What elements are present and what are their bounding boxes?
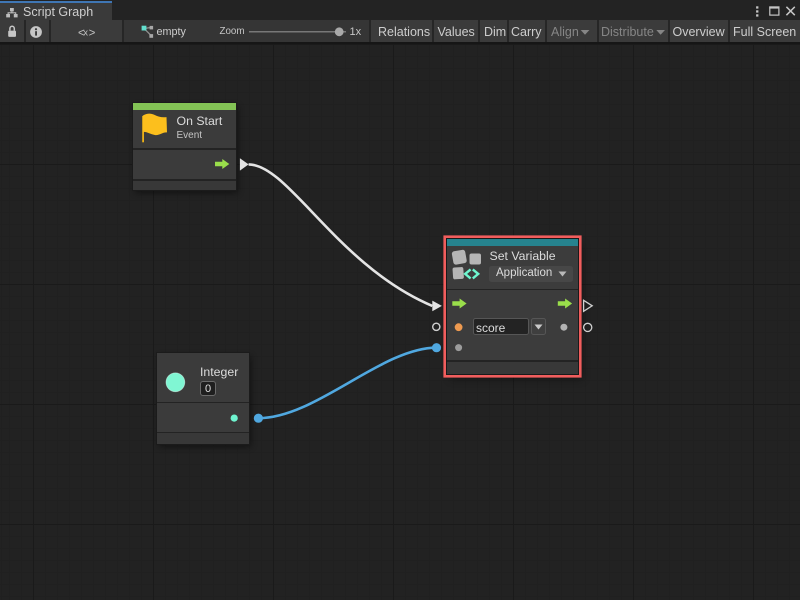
svg-text:>: > (89, 27, 96, 39)
svg-text:x: x (83, 27, 88, 38)
